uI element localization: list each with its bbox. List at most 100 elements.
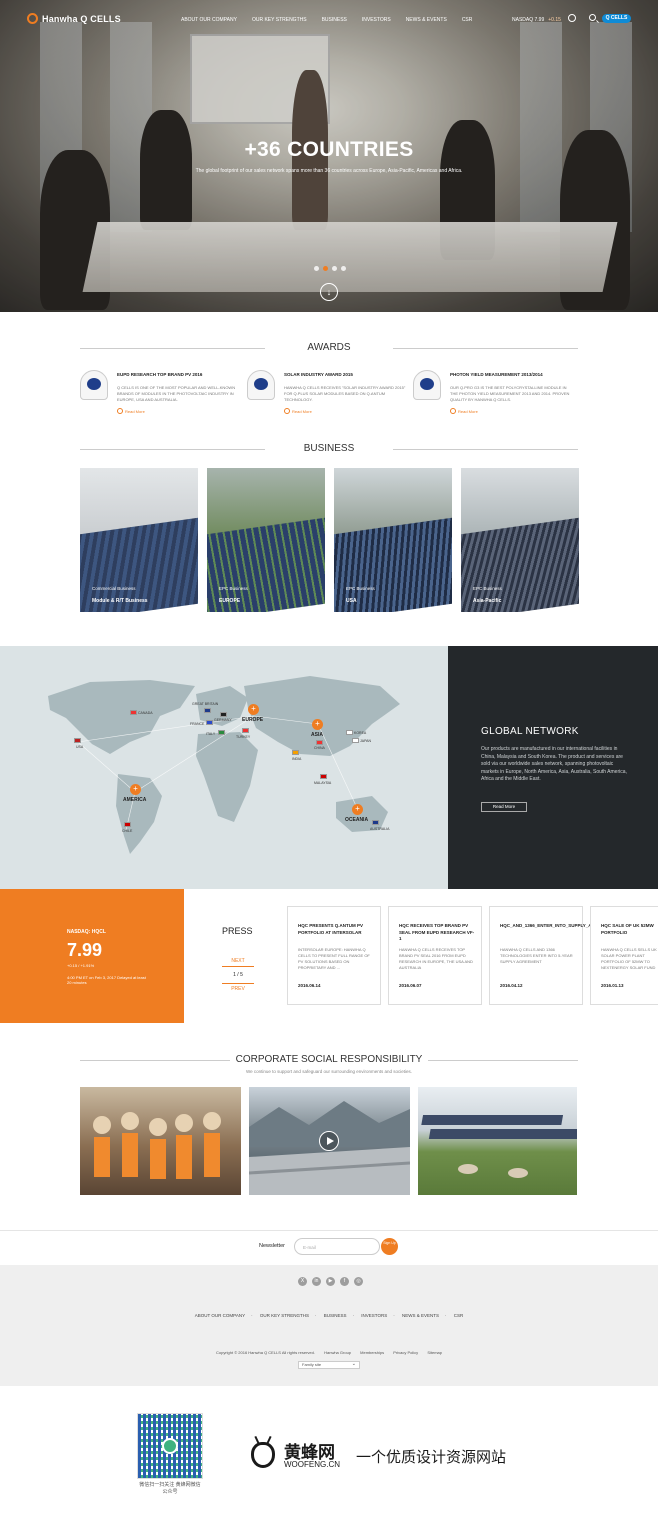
newsletter-label: Newsletter <box>259 1243 285 1249</box>
play-icon[interactable] <box>319 1131 339 1151</box>
award-read-more[interactable]: Read More <box>117 408 145 414</box>
footer-sub-link[interactable]: Privacy Policy <box>393 1350 418 1355</box>
hero-title: +36 COUNTRIES <box>244 138 414 161</box>
arrow-right-icon[interactable] <box>222 966 254 967</box>
award-title: SOLAR INDUSTRY AWARD 2015 <box>284 372 353 377</box>
qr-caption: 微信扫一扫关注 黄蜂网微信公众号 <box>139 1482 201 1495</box>
family-site-select[interactable]: Family site <box>298 1361 360 1369</box>
region-label: OCEANIA <box>345 817 369 823</box>
twitter-icon[interactable]: X <box>298 1277 307 1286</box>
award-read-more[interactable]: Read More <box>284 408 312 414</box>
global-network-title: GLOBAL NETWORK <box>481 726 579 737</box>
press-prev-button[interactable]: NEXT <box>231 958 244 964</box>
press-card-desc: HANWHA Q CELLS RECEIVES TOP BRAND PV SEA… <box>399 947 473 970</box>
flag-icon <box>130 710 137 715</box>
award-badge-icon <box>80 370 108 400</box>
business-category: Commercial Business <box>92 586 136 591</box>
flag-icon <box>242 728 249 733</box>
search-icon[interactable] <box>589 14 596 21</box>
scroll-down-icon[interactable]: ↓ <box>320 283 338 301</box>
business-card[interactable]: EPC Business USA <box>334 468 452 612</box>
awards-title: AWARDS <box>80 342 578 353</box>
business-card[interactable]: Commercial Business Module & R/T Busines… <box>80 468 198 612</box>
menu-news[interactable]: NEWS & EVENTS <box>406 17 447 23</box>
country-label: CHINA <box>314 746 325 750</box>
press-next-button[interactable]: PREV <box>231 986 245 992</box>
facebook-icon[interactable]: f <box>340 1277 349 1286</box>
csr-photo-sheep[interactable] <box>418 1087 577 1195</box>
business-name: USA <box>346 598 357 604</box>
csr-photo-volunteers[interactable] <box>80 1087 241 1195</box>
region-pin-icon[interactable]: + <box>248 704 259 715</box>
world-map: + EUROPE + ASIA + AMERICA + OCEANIA CANA… <box>0 646 448 889</box>
menu-investors[interactable]: INVESTORS <box>362 17 391 23</box>
press-card-desc: HANWHA Q CELLS AND 1366 TECHNOLOGIES ENT… <box>500 947 573 964</box>
instagram-icon[interactable]: ◎ <box>354 1277 363 1286</box>
menu-business[interactable]: BUSINESS <box>322 17 347 23</box>
business-card[interactable]: EPC Business EUROPE <box>207 468 325 612</box>
flag-icon <box>352 738 359 743</box>
footer-link[interactable]: INVESTORS <box>361 1313 387 1318</box>
press-card-date: 2016.04.12 <box>500 983 523 988</box>
region-pin-icon[interactable]: + <box>352 804 363 815</box>
stock-note: 4:00 PM ET on Feb 3, 2017 Delayed at lea… <box>67 975 146 985</box>
logo-mark-icon <box>27 13 38 24</box>
footer-sub-link[interactable]: Memberships <box>360 1350 384 1355</box>
press-card[interactable]: HQC_AND_1366_ENTER_INTO_SUPPLY_AGREEMENT… <box>489 906 618 1005</box>
footer-link[interactable]: NEWS & EVENTS <box>402 1313 439 1318</box>
slider-dot[interactable] <box>341 266 346 271</box>
business-card[interactable]: EPC Business Asia-Pacific <box>461 468 579 612</box>
award-desc: HANWHA Q CELLS RECEIVES "SOLAR INDUSTRY … <box>284 385 406 402</box>
press-card[interactable]: HQC SALE OF UK 52MW PORTFOLIO HANWHA Q C… <box>590 906 658 1005</box>
arrow-left-icon[interactable] <box>222 983 254 984</box>
country-label: JAPAN <box>360 739 372 743</box>
newsletter-email-input[interactable]: E-mail <box>294 1238 380 1255</box>
slider-dot-active[interactable] <box>323 266 328 271</box>
country-label: INDIA <box>292 757 302 761</box>
logo-text: Hanwha Q CELLS <box>42 13 121 24</box>
footer-link[interactable]: OUR KEY STRENGTHS <box>260 1313 309 1318</box>
footer-sub-link[interactable]: Sitemap <box>427 1350 442 1355</box>
continent-north-america <box>48 680 195 754</box>
country-label: CHILE <box>122 829 133 833</box>
globe-icon[interactable] <box>568 14 576 22</box>
footer-link[interactable]: ABOUT OUR COMPANY <box>195 1313 245 1318</box>
linkedin-icon[interactable]: in <box>312 1277 321 1286</box>
flag-icon <box>346 730 353 735</box>
award-read-more[interactable]: Read More <box>450 408 478 414</box>
menu-csr[interactable]: CSR <box>462 17 473 23</box>
region-pin-icon[interactable]: + <box>312 719 323 730</box>
slider-dot[interactable] <box>332 266 337 271</box>
press-card-title: HQC RECEIVES TOP BRAND PV SEAL FROM EUPD… <box>399 923 475 941</box>
qcells-button[interactable]: Q CELLS <box>602 14 631 23</box>
youtube-icon[interactable]: ▶ <box>326 1277 335 1286</box>
footer-copyright-row: Copyright © 2016 Hanwha Q CELLS All righ… <box>0 1350 658 1355</box>
watermark-slogan: 一个优质设计资源网站 <box>356 1448 507 1466</box>
stock-label: NASDAQ: HQCL <box>67 929 106 935</box>
footer-sub-link[interactable]: Hanwha Group <box>324 1350 351 1355</box>
footer-link[interactable]: CSR <box>454 1313 464 1318</box>
region-pin-icon[interactable]: + <box>130 784 141 795</box>
top-nav: Hanwha Q CELLS ABOUT OUR COMPANY OUR KEY… <box>0 0 658 40</box>
csr-subtitle: We continue to support and safeguard our… <box>245 1069 413 1074</box>
country-label: AUSTRALIA <box>370 827 390 831</box>
qr-code <box>137 1413 203 1479</box>
nasdaq-ticker: NASDAQ 7.99 +0.15 <box>512 17 561 23</box>
slider-dot[interactable] <box>314 266 319 271</box>
award-item: EUPD RESEARCH TOP BRAND PV 2016 Q CELLS … <box>80 370 245 420</box>
press-card-title: HQC_AND_1366_ENTER_INTO_SUPPLY_AGREEMENT <box>500 923 618 928</box>
newsletter-signup-button[interactable]: Sign Up <box>381 1238 398 1255</box>
csr-photo-video[interactable] <box>249 1087 410 1195</box>
hero-subtitle: The global footprint of our sales networ… <box>195 168 463 174</box>
global-network-read-more-button[interactable]: Read More <box>481 802 527 812</box>
footer-link[interactable]: BUSINESS <box>324 1313 347 1318</box>
flag-icon <box>218 730 225 735</box>
logo[interactable]: Hanwha Q CELLS <box>27 13 121 24</box>
menu-strengths[interactable]: OUR KEY STRENGTHS <box>252 17 307 23</box>
menu-about[interactable]: ABOUT OUR COMPANY <box>181 17 237 23</box>
press-card[interactable]: HQC RECEIVES TOP BRAND PV SEAL FROM EUPD… <box>388 906 482 1005</box>
award-badge-icon <box>247 370 275 400</box>
press-card[interactable]: HQC PRESENTS Q.ANTUM PV PORTFOLIO AT INT… <box>287 906 381 1005</box>
award-desc: OUR Q.PRO G3 IS THE BEST POLYCRYSTALLINE… <box>450 385 570 402</box>
country-label: FRANCE <box>190 722 205 726</box>
